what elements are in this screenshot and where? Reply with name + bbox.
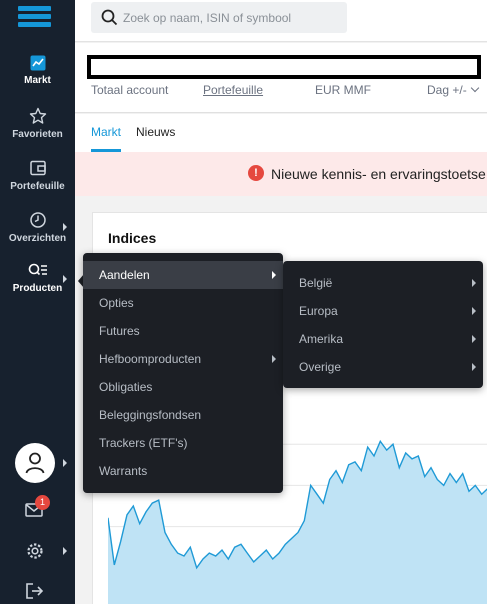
sidebar-item-label: Producten — [12, 283, 63, 294]
sidebar: Markt Favorieten Portefeuille Overzichte… — [0, 0, 75, 604]
chevron-right-icon — [472, 279, 476, 287]
menu-item-trackers[interactable]: Trackers (ETF's) — [83, 429, 283, 457]
search-input[interactable] — [123, 8, 333, 28]
redacted-account-values — [87, 55, 481, 79]
tab-bar: Markt Nieuws — [75, 114, 487, 152]
products-menu: Aandelen Opties Futures Hefboomproducten… — [83, 253, 283, 493]
search-icon — [101, 9, 118, 26]
exclamation-icon: ! — [248, 165, 264, 181]
chevron-right-icon — [63, 547, 67, 555]
menu-item-label: Opties — [99, 296, 134, 310]
chevron-right-icon — [63, 275, 67, 283]
total-account-label: Totaal account — [91, 83, 169, 97]
chevron-right-icon — [472, 307, 476, 315]
currency-label: EUR MMF — [315, 83, 371, 97]
sidebar-item-label: Markt — [24, 75, 51, 86]
menu-item-hefboomproducten[interactable]: Hefboomproducten — [83, 345, 283, 373]
menu-item-label: Aandelen — [99, 268, 150, 282]
sidebar-item-favorieten[interactable]: Favorieten — [0, 107, 75, 140]
tab-markt[interactable]: Markt — [91, 125, 121, 139]
submenu-item-amerika[interactable]: Amerika — [283, 325, 483, 353]
menu-item-opties[interactable]: Opties — [83, 289, 283, 317]
sidebar-item-label: Portefeuille — [10, 181, 65, 192]
top-bar — [75, 0, 487, 42]
logout-icon[interactable] — [26, 583, 44, 599]
portfolio-link[interactable]: Portefeuille — [203, 83, 263, 97]
submenu-item-overige[interactable]: Overige — [283, 353, 483, 381]
gear-icon[interactable] — [26, 542, 44, 560]
sidebar-item-label: Overzichten — [8, 233, 67, 244]
chevron-right-icon — [472, 363, 476, 371]
chevron-right-icon — [272, 355, 276, 363]
submenu-item-label: België — [299, 276, 333, 290]
tab-nieuws[interactable]: Nieuws — [136, 125, 175, 139]
account-summary: Totaal account Portefeuille EUR MMF Dag … — [75, 43, 487, 113]
sidebar-item-label: Favorieten — [12, 129, 63, 140]
submenu-item-label: Overige — [299, 360, 342, 374]
sidebar-item-markt[interactable]: Markt — [0, 55, 75, 86]
chevron-right-icon — [63, 223, 67, 231]
menu-item-warrants[interactable]: Warrants — [83, 457, 283, 485]
menu-logo-icon[interactable] — [18, 6, 51, 27]
menu-item-beleggingsfondsen[interactable]: Beleggingsfondsen — [83, 401, 283, 429]
notification-badge: 1 — [35, 495, 50, 510]
sidebar-item-portefeuille[interactable]: Portefeuille — [0, 159, 75, 192]
chevron-right-icon — [272, 271, 276, 279]
chevron-right-icon — [63, 459, 67, 467]
avatar[interactable] — [15, 443, 55, 483]
period-label: Dag +/- — [427, 83, 467, 97]
aandelen-submenu: België Europa Amerika Overige — [283, 261, 483, 388]
alert-text: Nieuwe kennis- en ervaringstoetse — [271, 166, 486, 182]
menu-item-label: Warrants — [99, 464, 148, 478]
search-box[interactable] — [91, 2, 347, 33]
menu-item-futures[interactable]: Futures — [83, 317, 283, 345]
clock-icon — [29, 212, 46, 228]
menu-item-label: Obligaties — [99, 380, 153, 394]
menu-item-label: Futures — [99, 324, 140, 338]
wallet-icon — [29, 160, 46, 176]
menu-item-label: Beleggingsfondsen — [99, 408, 202, 422]
submenu-item-label: Europa — [299, 304, 338, 318]
chevron-down-icon — [470, 83, 479, 93]
submenu-item-europa[interactable]: Europa — [283, 297, 483, 325]
chevron-right-icon — [472, 335, 476, 343]
menu-item-aandelen[interactable]: Aandelen — [83, 261, 283, 289]
card-title: Indices — [108, 230, 157, 246]
chart-icon — [30, 55, 45, 71]
submenu-item-belgie[interactable]: België — [283, 269, 483, 297]
star-icon — [29, 107, 46, 124]
menu-item-obligaties[interactable]: Obligaties — [83, 373, 283, 401]
submenu-item-label: Amerika — [299, 332, 344, 346]
products-icon — [28, 263, 47, 276]
user-icon — [25, 452, 45, 474]
menu-item-label: Hefboomproducten — [99, 352, 202, 366]
alert-banner[interactable]: ! Nieuwe kennis- en ervaringstoetse — [75, 152, 487, 196]
menu-item-label: Trackers (ETF's) — [99, 436, 188, 450]
period-selector[interactable]: Dag +/- — [427, 83, 479, 97]
